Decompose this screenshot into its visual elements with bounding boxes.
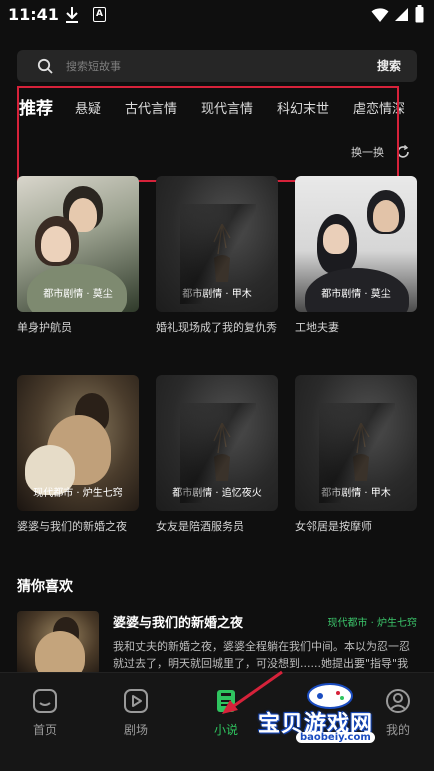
watermark-url: baobeiy.com	[296, 732, 375, 743]
book-cover: 都市剧情 · 甲木	[156, 176, 278, 312]
status-bar: 11:41 A	[0, 0, 434, 32]
book-cover: 现代都市 · 炉生七窍	[17, 375, 139, 511]
vase-icon	[213, 423, 231, 481]
signal-icon	[395, 8, 408, 21]
book-title: 工地夫妻	[295, 321, 339, 334]
highlight-box	[17, 86, 399, 182]
book-tag: 都市剧情 · 莫尘	[321, 289, 391, 300]
book-title: 单身护航员	[17, 321, 72, 334]
book-cover: 都市剧情 · 莫尘	[17, 176, 139, 312]
rec-cover[interactable]	[17, 611, 99, 675]
battery-icon	[415, 5, 424, 23]
search-input[interactable]: 搜索短故事	[66, 58, 121, 74]
book-card[interactable]: 都市剧情 · 追忆夜火 女友是陪酒服务员	[156, 375, 278, 535]
book-cover: 都市剧情 · 甲木	[295, 375, 417, 511]
book-title: 女友是陪酒服务员	[156, 520, 244, 533]
play-icon	[124, 689, 148, 713]
rec-title[interactable]: 婆婆与我们的新婚之夜	[113, 612, 243, 631]
book-title: 婚礼现场成了我的复仇秀	[156, 321, 277, 334]
nav-label: 首页	[32, 723, 57, 737]
book-card[interactable]: 都市剧情 · 甲木 女邻居是按摩师	[295, 375, 417, 535]
wifi-icon	[371, 8, 389, 22]
home-icon	[33, 689, 57, 713]
search-button[interactable]: 搜索	[377, 57, 401, 74]
book-card[interactable]: 都市剧情 · 莫尘 单身护航员	[17, 176, 139, 336]
rec-description: 我和丈夫的新婚之夜，婆婆全程躺在我们中间。本以为忍一忍就过去了，明天就回城里了，…	[113, 640, 410, 670]
nav-theater[interactable]: 剧场	[106, 687, 166, 738]
book-title: 女邻居是按摩师	[295, 520, 372, 533]
search-bar[interactable]: 搜索短故事 搜索	[17, 50, 417, 82]
book-tag: 现代都市 · 炉生七窍	[33, 488, 123, 499]
book-title: 婆婆与我们的新婚之夜	[17, 520, 127, 533]
status-time: 11:41	[8, 5, 59, 24]
download-icon	[66, 7, 78, 23]
book-card[interactable]: 都市剧情 · 莫尘 工地夫妻	[295, 176, 417, 336]
book-cover: 都市剧情 · 追忆夜火	[156, 375, 278, 511]
vase-icon	[213, 224, 231, 282]
book-tag: 都市剧情 · 莫尘	[43, 289, 113, 300]
nav-label: 小说	[213, 723, 238, 737]
book-cover: 都市剧情 · 莫尘	[295, 176, 417, 312]
nav-home[interactable]: 首页	[15, 687, 75, 738]
watermark: 宝贝游戏网 baobeiy.com	[250, 680, 410, 750]
book-tag: 都市剧情 · 甲木	[321, 488, 391, 499]
nav-label: 剧场	[123, 723, 148, 737]
search-icon	[37, 58, 53, 74]
book-card[interactable]: 现代都市 · 炉生七窍 婆婆与我们的新婚之夜	[17, 375, 139, 535]
vase-icon	[352, 423, 370, 481]
a-badge-icon: A	[93, 7, 106, 22]
book-tag: 都市剧情 · 甲木	[182, 289, 252, 300]
section-heading: 猜你喜欢	[17, 579, 73, 595]
book-tag: 都市剧情 · 追忆夜火	[172, 488, 262, 499]
rec-tag: 现代都市 · 炉生七窍	[327, 618, 417, 629]
book-card[interactable]: 都市剧情 · 甲木 婚礼现场成了我的复仇秀	[156, 176, 278, 336]
